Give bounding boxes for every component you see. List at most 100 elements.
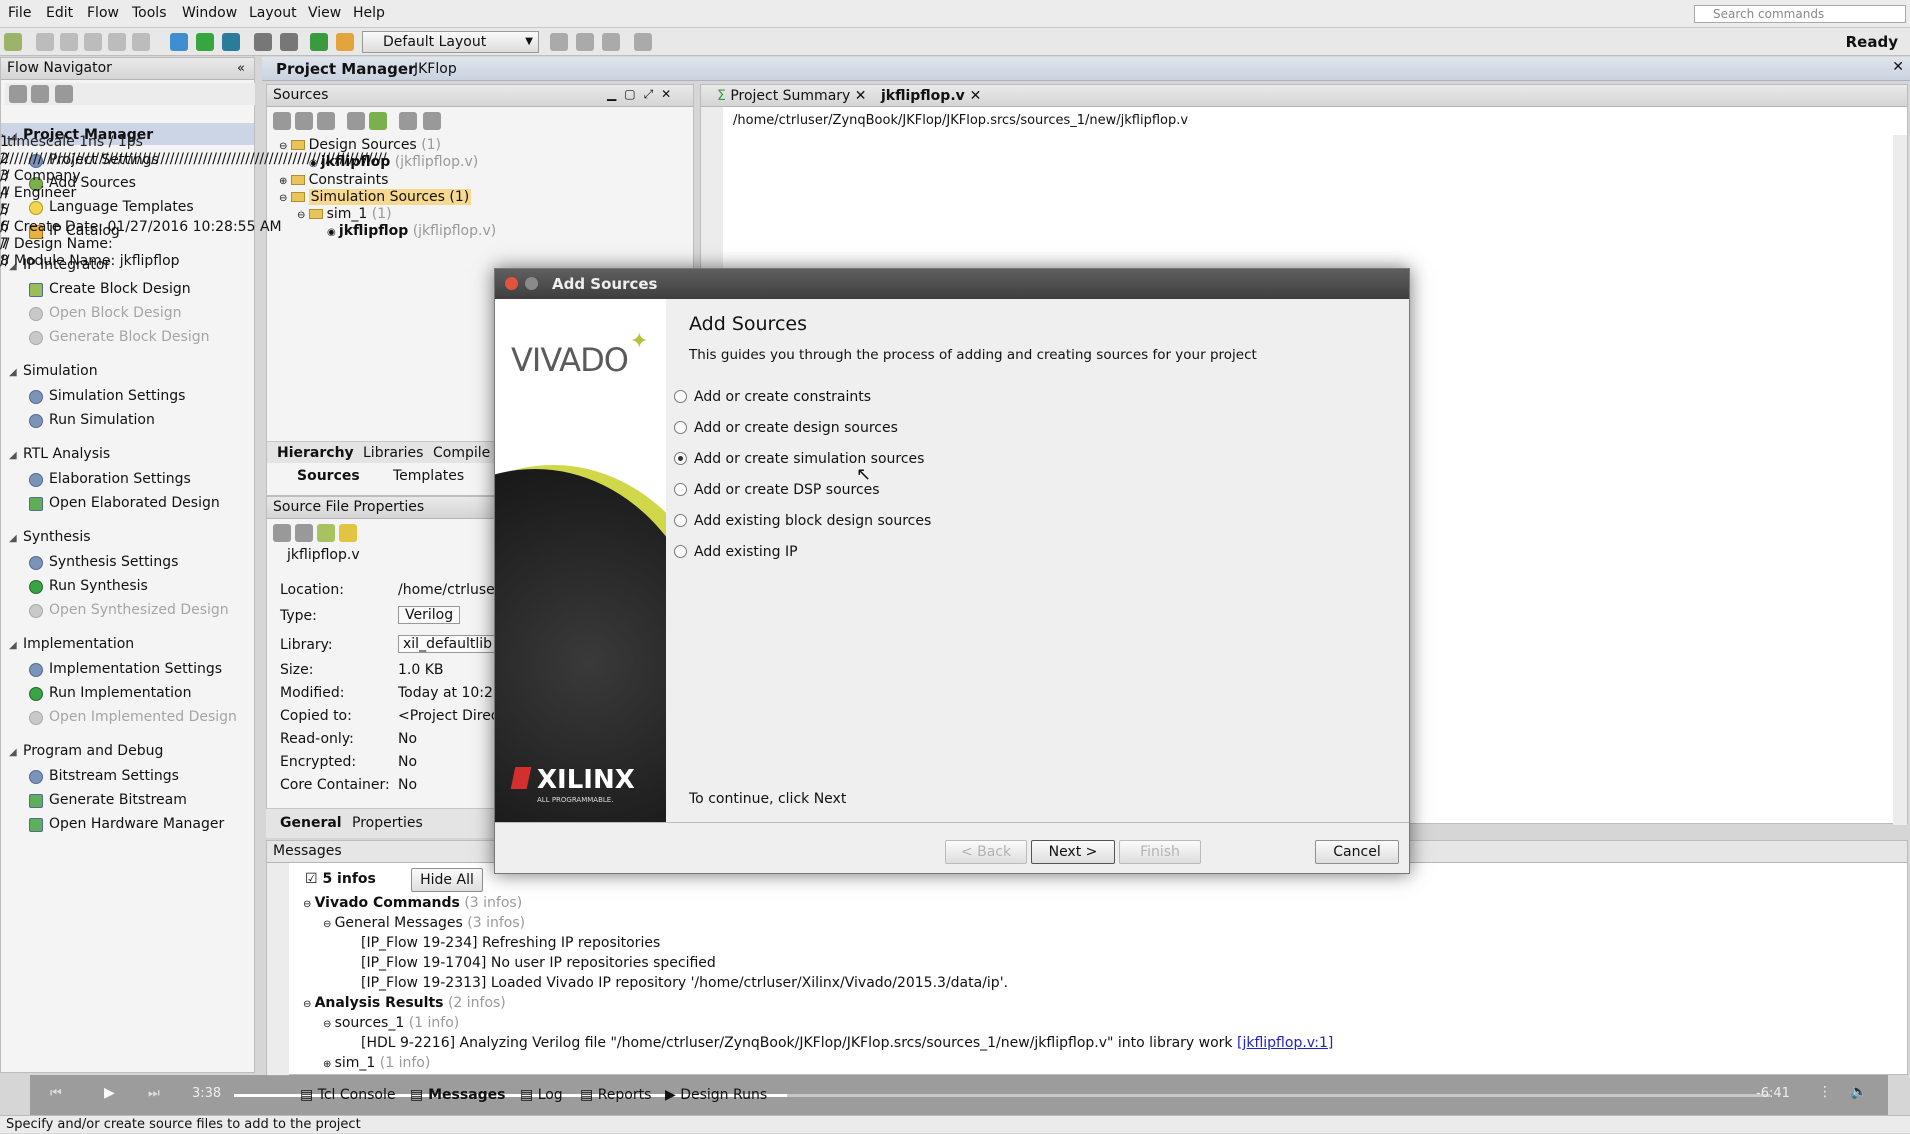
tab-project-summary[interactable]: Σ Project Summary ✕ [717, 88, 867, 104]
infos-filter[interactable]: ☑ 5 infos [305, 871, 376, 887]
option-dsp-sources[interactable]: Add or create DSP sources [674, 482, 880, 498]
save-icon[interactable] [60, 33, 78, 51]
search-icon[interactable] [273, 112, 291, 130]
msg-row[interactable]: [IP_Flow 19-234] Refreshing IP repositor… [361, 935, 660, 951]
nav-run-implementation[interactable]: Run Implementation [29, 685, 191, 701]
pin-icon[interactable] [602, 33, 620, 51]
nav-open-hardware-manager[interactable]: Open Hardware Manager [29, 816, 224, 832]
nav-open-block-design[interactable]: Open Block Design [29, 305, 182, 321]
option-design-sources[interactable]: Add or create design sources [674, 420, 898, 436]
collapse-all-icon[interactable] [31, 85, 49, 103]
tools-icon[interactable] [280, 33, 298, 51]
msg-analysis-results[interactable]: ⊖ Analysis Results (2 infos) [303, 995, 506, 1011]
volume-icon[interactable]: 🔈 [1850, 1084, 1867, 1100]
tab-log[interactable]: ▤ Log [520, 1087, 563, 1103]
collapse-all-icon[interactable] [295, 112, 313, 130]
msg-row[interactable]: [HDL 9-2216] Analyzing Verilog file "/ho… [361, 1035, 1333, 1051]
forward-icon[interactable] [295, 524, 313, 542]
open-icon[interactable] [36, 33, 54, 51]
finish-button[interactable]: Finish [1119, 840, 1201, 864]
code-line[interactable]: ////////////////////////////////////////… [0, 151, 387, 167]
msg-link[interactable]: [jkflipflop.v:1] [1237, 1035, 1333, 1051]
menu-tools[interactable]: Tools [132, 5, 167, 21]
properties-icon[interactable] [423, 112, 441, 130]
nav-open-synthesized-design[interactable]: Open Synthesized Design [29, 602, 229, 618]
nav-simulation-settings[interactable]: Simulation Settings [29, 388, 185, 404]
nav-section-rtl-analysis[interactable]: ◢ RTL Analysis [9, 446, 110, 462]
settings-icon[interactable] [254, 33, 272, 51]
layout-select[interactable]: Default Layout ▼ [362, 31, 539, 53]
nav-open-implemented-design[interactable]: Open Implemented Design [29, 709, 237, 725]
back-button[interactable]: < Back [945, 840, 1027, 864]
panel-window-controls[interactable]: ▁▢⤢✕ [607, 87, 679, 102]
collapse-icon[interactable]: « [237, 61, 245, 76]
wave-icon[interactable] [550, 33, 568, 51]
nav-run-synthesis[interactable]: Run Synthesis [29, 578, 148, 594]
editor-scrollbar[interactable] [1893, 135, 1907, 825]
prop-type-select[interactable]: Verilog [398, 606, 461, 624]
menu-edit[interactable]: Edit [46, 5, 73, 21]
sync-icon[interactable] [317, 524, 335, 542]
select-icon[interactable] [339, 524, 357, 542]
msg-row[interactable]: [IP_Flow 19-1704] No user IP repositorie… [361, 955, 716, 971]
step-icon[interactable] [222, 33, 240, 51]
debug-icon[interactable] [576, 33, 594, 51]
close-icon[interactable]: ✕ [1892, 59, 1904, 75]
hierarchy-icon[interactable] [347, 112, 365, 130]
nav-language-templates[interactable]: Language Templates [29, 199, 194, 215]
nav-generate-block-design[interactable]: Generate Block Design [29, 329, 210, 345]
tab-jkflipflop-v[interactable]: jkflipflop.v ✕ [881, 88, 981, 104]
tab-libraries[interactable]: Libraries [363, 445, 423, 461]
tab-templates[interactable]: Templates [393, 468, 464, 484]
tab-reports[interactable]: ▤ Reports [580, 1087, 651, 1103]
menu-help[interactable]: Help [353, 5, 385, 21]
tab-properties[interactable]: Properties [352, 815, 423, 831]
skip-back-icon[interactable]: ⏮ [50, 1086, 62, 1101]
msg-row[interactable]: [IP_Flow 19-2313] Loaded Vivado IP repos… [361, 975, 1008, 991]
add-icon[interactable] [369, 112, 387, 130]
new-project-icon[interactable] [4, 33, 22, 51]
play-icon[interactable]: ▶ [104, 1085, 115, 1101]
msg-sources-1[interactable]: ⊖ sources_1 (1 info) [323, 1015, 459, 1031]
tab-tcl-console[interactable]: ▤ Tcl Console [300, 1087, 395, 1103]
paste-icon[interactable] [108, 33, 126, 51]
nav-section-simulation[interactable]: ◢ Simulation [9, 363, 98, 379]
nav-run-simulation[interactable]: Run Simulation [29, 412, 155, 428]
nav-section-program-debug[interactable]: ◢ Program and Debug [9, 743, 163, 759]
sigma-icon[interactable] [310, 33, 328, 51]
copy-icon[interactable] [84, 33, 102, 51]
prop-library-field[interactable]: xil_defaultlib [398, 635, 497, 653]
file-icon[interactable] [399, 112, 417, 130]
nav-section-implementation[interactable]: ◢ Implementation [9, 636, 134, 652]
tab-sources[interactable]: Sources [297, 468, 360, 484]
search-icon[interactable] [9, 85, 27, 103]
program-icon[interactable] [336, 33, 354, 51]
nav-section-synthesis[interactable]: ◢ Synthesis [9, 529, 91, 545]
more-icon[interactable]: ⋮ [1818, 1084, 1832, 1100]
search-commands-input[interactable]: Search commands [1694, 5, 1906, 23]
run-simulation-icon[interactable] [170, 33, 188, 51]
nav-create-block-design[interactable]: Create Block Design [29, 281, 191, 297]
expand-all-icon[interactable] [317, 112, 335, 130]
minimize-window-icon[interactable] [525, 277, 538, 290]
option-constraints[interactable]: Add or create constraints [674, 389, 871, 405]
option-simulation-sources[interactable]: Add or create simulation sources [674, 451, 924, 467]
nav-open-elaborated-design[interactable]: Open Elaborated Design [29, 495, 220, 511]
menu-window[interactable]: Window [182, 5, 237, 21]
delete-icon[interactable] [132, 33, 150, 51]
msg-general-messages[interactable]: ⊖ General Messages (3 infos) [323, 915, 525, 931]
tree-constraints[interactable]: ⊕ Constraints [279, 172, 388, 188]
tree-jkflipflop-sim[interactable]: ◉ jkflipflop (jkflipflop.v) [327, 223, 496, 239]
code-line[interactable]: // Module Name: jkflipflop [0, 253, 180, 269]
expand-all-icon[interactable] [55, 85, 73, 103]
code-line[interactable]: // [0, 202, 9, 218]
code-line[interactable]: // Engineer [0, 185, 76, 201]
option-existing-ip[interactable]: Add existing IP [674, 544, 798, 560]
back-icon[interactable] [273, 524, 291, 542]
menu-file[interactable]: File [8, 5, 31, 21]
tab-messages[interactable]: ▤ Messages [410, 1087, 506, 1103]
code-line[interactable]: // Design Name: [0, 236, 113, 252]
hide-all-button[interactable]: Hide All [411, 868, 483, 892]
tab-design-runs[interactable]: ▶ Design Runs [665, 1087, 767, 1103]
nav-synthesis-settings[interactable]: Synthesis Settings [29, 554, 178, 570]
